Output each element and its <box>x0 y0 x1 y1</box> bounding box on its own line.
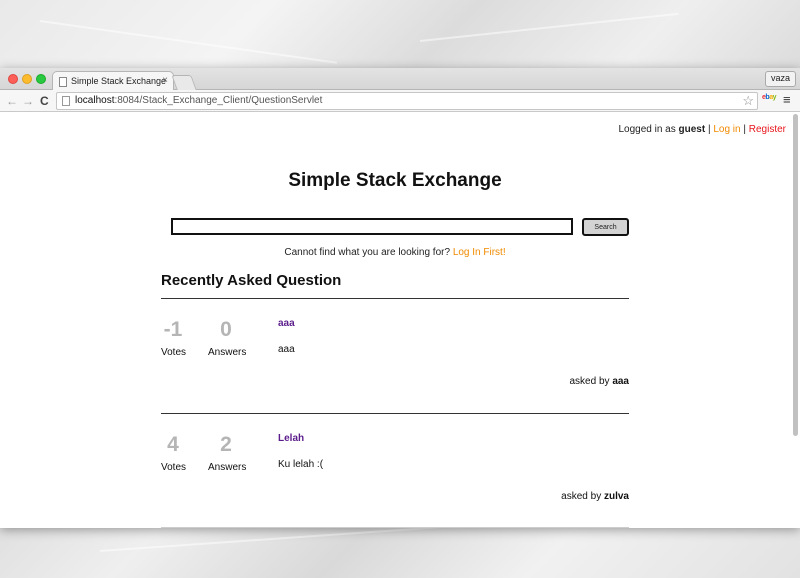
maximize-window-button[interactable] <box>36 74 46 84</box>
auth-bar: Logged in as guest | Log in | Register <box>618 124 786 135</box>
question-body: Ku lelah :( <box>278 459 324 470</box>
divider <box>161 527 629 528</box>
wallpaper-crease <box>99 526 440 552</box>
register-link[interactable]: Register <box>749 124 786 135</box>
page-title: Simple Stack Exchange <box>288 170 502 191</box>
page-icon <box>59 77 67 87</box>
login-link[interactable]: Log in <box>713 124 740 135</box>
section-title: Recently Asked Question <box>161 272 342 289</box>
wallpaper-crease <box>39 20 338 64</box>
address-bar[interactable]: localhost:8084/Stack_Exchange_Client/Que… <box>56 92 758 110</box>
tab-close-icon[interactable]: × <box>162 75 168 86</box>
search-input[interactable] <box>171 218 573 235</box>
question-title-link[interactable]: aaa <box>278 318 295 329</box>
question-title-link[interactable]: Lelah <box>278 433 304 444</box>
page-content: Logged in as guest | Log in | Register S… <box>0 112 800 528</box>
tab-simple-stack-exchange[interactable]: Simple Stack Exchange × <box>52 71 174 91</box>
browser-toolbar: ← → C localhost:8084/Stack_Exchange_Clie… <box>0 90 800 112</box>
scrollbar[interactable] <box>793 114 798 436</box>
login-status-prefix: Logged in as <box>618 124 679 135</box>
divider <box>161 413 629 414</box>
answer-count: 2 Answers <box>208 433 247 473</box>
divider <box>161 298 629 299</box>
back-arrow-icon[interactable]: ← <box>6 93 18 109</box>
ebay-icon[interactable]: ebay <box>762 94 777 101</box>
page-icon <box>62 96 70 106</box>
profile-button[interactable]: vaza <box>764 71 796 87</box>
reload-icon[interactable]: C <box>40 93 49 109</box>
login-first-link[interactable]: Log In First! <box>453 247 506 258</box>
url-path: :8084/Stack_Exchange_Client/QuestionServ… <box>114 95 323 106</box>
minimize-window-button[interactable] <box>22 74 32 84</box>
question-item: 4 Votes 2 Answers Lelah Ku lelah :( aske… <box>161 433 629 528</box>
current-user: guest <box>678 124 706 135</box>
tab-strip: Simple Stack Exchange × vaza <box>0 68 800 91</box>
close-window-button[interactable] <box>8 74 18 84</box>
new-tab-button[interactable] <box>171 75 197 90</box>
wallpaper-crease <box>419 12 679 42</box>
forward-arrow-icon[interactable]: → <box>22 93 34 109</box>
menu-icon[interactable]: ≡ <box>783 92 791 107</box>
question-author: asked by aaa <box>569 376 630 387</box>
search-button[interactable]: Search <box>582 218 629 236</box>
vote-count: 4 Votes <box>161 433 187 473</box>
question-item: -1 Votes 0 Answers aaa aaa asked by aaa <box>161 318 629 414</box>
tab-title: Simple Stack Exchange <box>71 76 167 86</box>
browser-window: Simple Stack Exchange × vaza ← → C local… <box>0 68 800 528</box>
answer-count: 0 Answers <box>208 318 247 358</box>
question-body: aaa <box>278 344 295 355</box>
url-host: localhost <box>75 95 115 106</box>
search-hint: Cannot find what you are looking for? Lo… <box>284 247 506 258</box>
question-author: asked by zulva <box>561 491 629 502</box>
bookmark-star-icon[interactable]: ☆ <box>742 93 754 109</box>
vote-count: -1 Votes <box>161 318 187 358</box>
